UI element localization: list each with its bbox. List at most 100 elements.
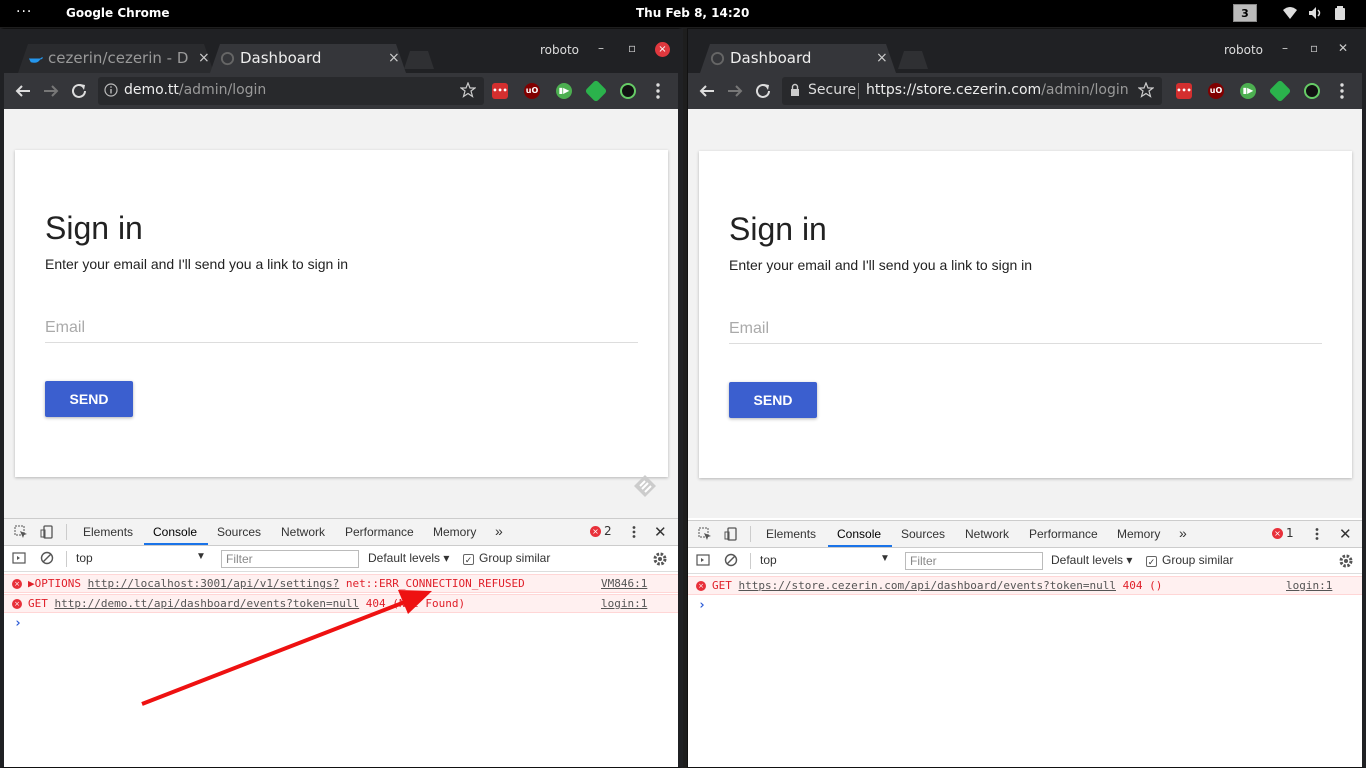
- sidebar-toggle-icon[interactable]: [12, 551, 26, 565]
- volume-icon[interactable]: [1307, 5, 1323, 21]
- bookmark-star-icon[interactable]: [460, 82, 476, 98]
- reload-icon[interactable]: [754, 82, 772, 100]
- tab-close-icon[interactable]: ×: [388, 50, 400, 66]
- activities-button[interactable]: ···: [16, 4, 32, 20]
- minimize-icon[interactable]: –: [598, 41, 604, 55]
- tab-dashboard[interactable]: Dashboard ×: [210, 43, 406, 73]
- lastpass-icon[interactable]: •••: [1176, 83, 1192, 99]
- chrome-menu-icon[interactable]: [1340, 82, 1344, 100]
- inspect-element-icon[interactable]: [698, 527, 712, 541]
- message-source-link[interactable]: VM846:1: [601, 577, 647, 590]
- clock[interactable]: Thu Feb 8, 14:20: [636, 6, 749, 20]
- group-similar-checkbox[interactable]: ✓ Group similar: [463, 551, 550, 565]
- ublock-icon[interactable]: uO: [524, 83, 540, 99]
- feedly-icon[interactable]: [1268, 79, 1292, 103]
- console-filter-input[interactable]: [905, 552, 1043, 570]
- tab-elements[interactable]: Elements: [83, 525, 133, 539]
- log-levels-dropdown[interactable]: Default levels ▾: [1051, 553, 1132, 567]
- minimize-icon[interactable]: –: [1282, 41, 1288, 55]
- speedometer-icon[interactable]: [620, 83, 636, 99]
- maximize-icon[interactable]: ▫: [1310, 41, 1318, 55]
- gear-icon[interactable]: [652, 551, 668, 567]
- tab-close-icon[interactable]: ×: [876, 50, 888, 66]
- tab-performance[interactable]: Performance: [345, 525, 414, 539]
- pushbullet-icon[interactable]: ▮▶: [1240, 83, 1256, 99]
- message-link[interactable]: https://store.cezerin.com/api/dashboard/…: [739, 579, 1117, 592]
- speedometer-icon[interactable]: [1304, 83, 1320, 99]
- feedly-icon[interactable]: [584, 79, 608, 103]
- inspect-element-icon[interactable]: [14, 525, 28, 539]
- context-selector[interactable]: top: [760, 553, 890, 571]
- tab-network[interactable]: Network: [965, 527, 1009, 541]
- clear-console-icon[interactable]: [40, 551, 54, 565]
- devtools-close-icon[interactable]: ✕: [654, 523, 667, 541]
- chrome-menu-icon[interactable]: [656, 82, 660, 100]
- send-button[interactable]: SEND: [729, 382, 817, 418]
- feedly-float-icon[interactable]: [632, 473, 658, 499]
- message-link[interactable]: http://localhost:3001/api/v1/settings?: [88, 577, 340, 590]
- tab-sources[interactable]: Sources: [217, 525, 261, 539]
- send-button[interactable]: SEND: [45, 381, 133, 417]
- info-icon[interactable]: [104, 83, 118, 97]
- bookmark-star-icon[interactable]: [1138, 82, 1154, 98]
- device-toolbar-icon[interactable]: [724, 527, 738, 541]
- app-menu[interactable]: Google Chrome: [66, 6, 170, 20]
- tab-console[interactable]: Console: [153, 525, 197, 539]
- device-toolbar-icon[interactable]: [40, 525, 54, 539]
- new-tab-button[interactable]: [404, 51, 434, 69]
- lastpass-icon[interactable]: •••: [492, 83, 508, 99]
- message-source-link[interactable]: login:1: [601, 597, 647, 610]
- tab-elements[interactable]: Elements: [766, 527, 816, 541]
- message-link[interactable]: http://demo.tt/api/dashboard/events?toke…: [55, 597, 360, 610]
- tab-cezerin-github[interactable]: cezerin/cezerin - Do ×: [18, 43, 214, 73]
- maximize-icon[interactable]: ▫: [628, 41, 636, 55]
- workspace-indicator[interactable]: 3: [1233, 4, 1257, 22]
- forward-icon[interactable]: [42, 82, 60, 100]
- group-similar-checkbox[interactable]: ✓ Group similar: [1146, 553, 1233, 567]
- new-tab-button[interactable]: [898, 51, 928, 69]
- email-input[interactable]: [45, 313, 638, 343]
- error-counter[interactable]: × 1: [1272, 526, 1294, 540]
- tab-sources[interactable]: Sources: [901, 527, 945, 541]
- more-tabs-button[interactable]: »: [495, 523, 503, 539]
- more-tabs-button[interactable]: »: [1179, 525, 1187, 541]
- tab-close-icon[interactable]: ×: [198, 50, 210, 66]
- message-prefix[interactable]: ▶OPTIONS: [28, 577, 88, 590]
- tab-memory[interactable]: Memory: [433, 525, 476, 539]
- tab-dashboard[interactable]: Dashboard ×: [700, 43, 896, 73]
- wifi-icon[interactable]: [1282, 5, 1298, 21]
- email-input[interactable]: [729, 314, 1322, 344]
- address-bar[interactable]: Secure https://store.cezerin.com/admin/l…: [782, 77, 1162, 105]
- tab-network[interactable]: Network: [281, 525, 325, 539]
- lock-icon[interactable]: [788, 83, 802, 97]
- error-counter[interactable]: × 2: [590, 524, 612, 538]
- profile-name[interactable]: roboto: [540, 43, 579, 57]
- back-icon[interactable]: [698, 82, 716, 100]
- back-icon[interactable]: [14, 82, 32, 100]
- secure-label[interactable]: Secure: [808, 82, 856, 98]
- console-filter-input[interactable]: [221, 550, 359, 568]
- window-close-icon[interactable]: ✕: [1338, 41, 1348, 55]
- devtools-menu-icon[interactable]: [1310, 527, 1324, 541]
- address-bar[interactable]: demo.tt/admin/login: [98, 77, 484, 105]
- console-prompt[interactable]: ›: [14, 616, 22, 631]
- gear-icon[interactable]: [1338, 553, 1354, 569]
- reload-icon[interactable]: [70, 82, 88, 100]
- ublock-icon[interactable]: uO: [1208, 83, 1224, 99]
- clear-console-icon[interactable]: [724, 553, 738, 567]
- log-levels-dropdown[interactable]: Default levels ▾: [368, 551, 449, 565]
- message-source-link[interactable]: login:1: [1286, 579, 1332, 592]
- forward-icon[interactable]: [726, 82, 744, 100]
- pushbullet-icon[interactable]: ▮▶: [556, 83, 572, 99]
- devtools-close-icon[interactable]: ✕: [1339, 525, 1352, 543]
- battery-icon[interactable]: [1332, 5, 1348, 21]
- tab-console[interactable]: Console: [837, 527, 881, 541]
- console-prompt[interactable]: ›: [698, 598, 706, 613]
- devtools-menu-icon[interactable]: [627, 525, 641, 539]
- context-selector[interactable]: top: [76, 551, 206, 569]
- sidebar-toggle-icon[interactable]: [696, 553, 710, 567]
- tab-memory[interactable]: Memory: [1117, 527, 1160, 541]
- profile-name[interactable]: roboto: [1224, 43, 1263, 57]
- tab-performance[interactable]: Performance: [1029, 527, 1098, 541]
- window-close-icon[interactable]: ×: [655, 42, 670, 57]
